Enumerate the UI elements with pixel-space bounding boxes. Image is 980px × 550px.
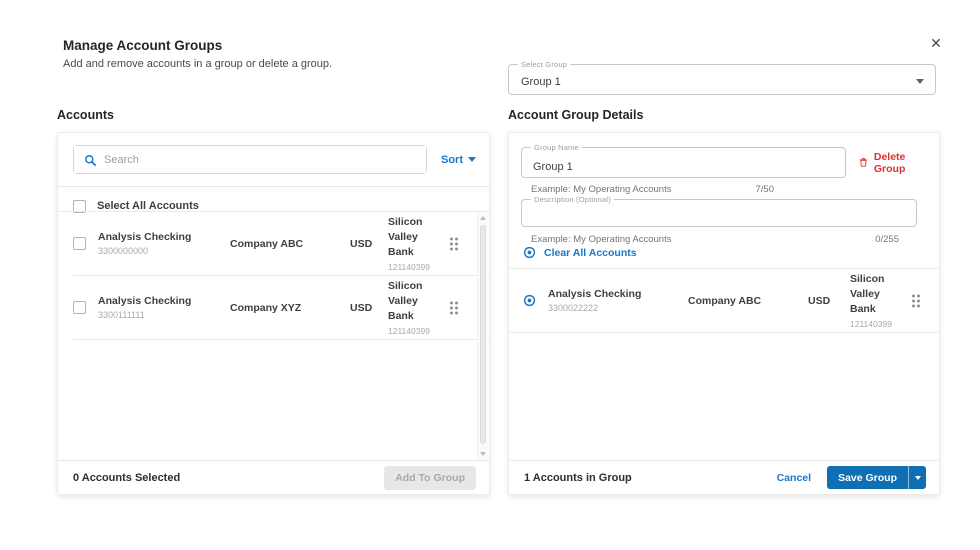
- account-name: Analysis Checking: [548, 288, 642, 300]
- drag-handle-icon[interactable]: [448, 300, 460, 316]
- routing-number: 121140399: [388, 325, 430, 336]
- page-title: Manage Account Groups: [63, 38, 223, 53]
- divider: [509, 332, 939, 333]
- divider: [58, 186, 489, 187]
- remove-circle-icon: [523, 246, 536, 259]
- chevron-down-icon: [468, 157, 476, 162]
- selected-count: 0 Accounts Selected: [73, 471, 181, 484]
- account-checkbox[interactable]: [73, 237, 86, 250]
- chevron-down-icon: [914, 475, 921, 480]
- sort-label: Sort: [441, 153, 463, 166]
- description-helper-row: Example: My Operating Accounts 0/255: [531, 234, 899, 245]
- trash-icon: [859, 158, 868, 167]
- remove-circle-icon: [523, 294, 536, 307]
- group-account-row[interactable]: Analysis Checking 3300022222 Company ABC…: [509, 269, 939, 332]
- accounts-footer: 0 Accounts Selected Add To Group: [58, 460, 489, 494]
- description-field: Description (Optional): [521, 195, 917, 227]
- account-bank-cell: Silicon Valley Bank 121140399: [388, 279, 440, 335]
- account-name-cell: Analysis Checking 3300022222: [548, 288, 688, 313]
- group-footer: 1 Accounts in Group Cancel Save Group: [509, 460, 939, 494]
- group-name-helper-row: Example: My Operating Accounts 7/50: [531, 184, 774, 195]
- drag-handle-icon[interactable]: [910, 293, 922, 309]
- account-currency: USD: [808, 294, 831, 307]
- group-select-label: Select Group: [518, 60, 571, 69]
- description-label: Description (Optional): [531, 195, 614, 204]
- accounts-panel: Sort Select All Accounts Analysis Checki…: [57, 132, 490, 495]
- save-group-button[interactable]: Save Group: [827, 466, 908, 489]
- routing-number: 121140399: [850, 318, 892, 329]
- account-company: Company ABC: [688, 294, 762, 307]
- clear-all-accounts-button[interactable]: Clear All Accounts: [523, 246, 637, 259]
- scroll-up-icon[interactable]: [480, 216, 486, 220]
- scroll-down-icon[interactable]: [480, 452, 486, 456]
- scrollbar-thumb[interactable]: [480, 225, 486, 444]
- group-details-heading: Account Group Details: [508, 108, 644, 122]
- cancel-button[interactable]: Cancel: [777, 472, 811, 484]
- accounts-heading: Accounts: [57, 108, 114, 122]
- sort-button[interactable]: Sort: [441, 154, 476, 166]
- search-input[interactable]: [74, 146, 426, 173]
- chevron-down-icon: [916, 79, 924, 84]
- account-row[interactable]: Analysis Checking 3300000000 Company ABC…: [58, 212, 489, 275]
- group-count: 1 Accounts in Group: [524, 471, 632, 484]
- group-select[interactable]: Select Group Group 1: [508, 60, 936, 95]
- delete-group-button[interactable]: Delete Group: [859, 151, 927, 175]
- clear-all-label: Clear All Accounts: [544, 246, 637, 259]
- account-number: 3300022222: [548, 303, 599, 313]
- group-name-label: Group Name: [531, 143, 582, 152]
- description-counter: 0/255: [875, 234, 899, 245]
- drag-handle-icon[interactable]: [448, 236, 460, 252]
- account-name: Analysis Checking: [98, 231, 192, 243]
- delete-group-label: Delete Group: [873, 150, 906, 175]
- bank-name: Silicon Valley Bank: [388, 280, 423, 322]
- account-company: Company XYZ: [230, 301, 302, 314]
- group-name-field: Group Name: [521, 143, 846, 178]
- group-details-panel: Group Name Delete Group Example: My Oper…: [508, 132, 940, 495]
- save-group-menu-button[interactable]: [908, 466, 926, 489]
- accounts-list: Analysis Checking 3300000000 Company ABC…: [58, 212, 489, 460]
- save-group-split-button: Save Group: [827, 466, 926, 489]
- remove-account-button[interactable]: [523, 294, 536, 307]
- account-number: 3300111111: [98, 310, 145, 320]
- account-checkbox[interactable]: [73, 301, 86, 314]
- scrollbar[interactable]: [477, 212, 488, 460]
- page-subtitle: Add and remove accounts in a group or de…: [63, 58, 333, 70]
- account-name-cell: Analysis Checking 3300111111: [98, 295, 230, 320]
- search-icon: [85, 155, 96, 166]
- bank-name: Silicon Valley Bank: [850, 273, 885, 315]
- add-to-group-button[interactable]: Add To Group: [384, 465, 476, 490]
- account-company: Company ABC: [230, 237, 304, 250]
- account-number: 3300000000: [98, 246, 149, 256]
- group-select-value: Group 1: [521, 76, 561, 88]
- search-input-wrap: [73, 145, 427, 174]
- account-row[interactable]: Analysis Checking 3300111111 Company XYZ…: [58, 276, 489, 339]
- account-name: Analysis Checking: [98, 295, 192, 307]
- group-name-counter: 7/50: [755, 184, 775, 195]
- close-icon[interactable]: ✕: [926, 33, 946, 53]
- group-name-input[interactable]: [522, 148, 845, 177]
- account-bank-cell: Silicon Valley Bank 121140399: [388, 215, 440, 271]
- account-currency: USD: [350, 237, 373, 250]
- account-bank-cell: Silicon Valley Bank 121140399: [850, 272, 902, 328]
- routing-number: 121140399: [388, 261, 430, 272]
- account-name-cell: Analysis Checking 3300000000: [98, 231, 230, 256]
- bank-name: Silicon Valley Bank: [388, 216, 423, 258]
- description-helper: Example: My Operating Accounts: [531, 234, 672, 245]
- divider: [73, 339, 489, 340]
- group-name-helper: Example: My Operating Accounts: [531, 184, 672, 195]
- account-currency: USD: [350, 301, 373, 314]
